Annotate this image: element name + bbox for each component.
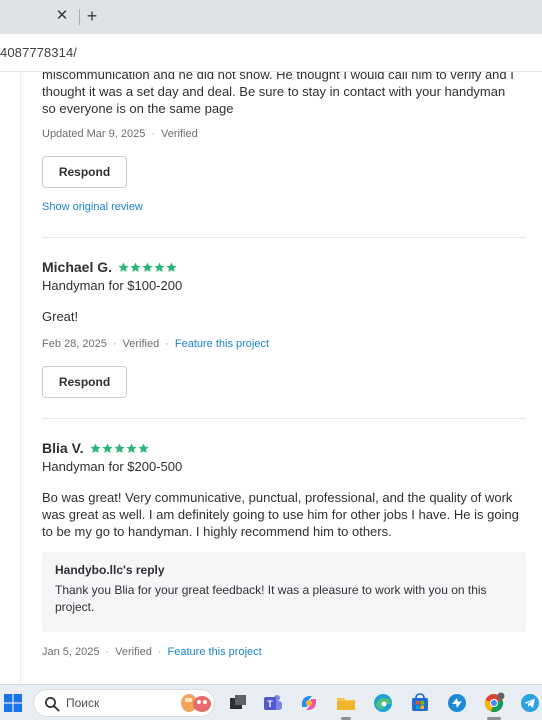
rating-stars — [118, 261, 178, 273]
tab-separator — [79, 9, 80, 25]
star-icon — [101, 442, 113, 453]
respond-button[interactable]: Respond — [42, 366, 127, 398]
file-explorer-icon[interactable] — [335, 692, 357, 714]
svg-text:T: T — [267, 699, 273, 709]
reply-title: Handybo.llc's reply — [55, 563, 165, 577]
respond-button[interactable]: Respond — [42, 156, 127, 188]
search-placeholder: Поиск — [66, 696, 100, 710]
review-date: Updated Mar 9, 2025 — [42, 128, 146, 140]
review-date: Feb 28, 2025 — [42, 338, 107, 350]
reviewer-header: Michael G. — [42, 259, 178, 275]
star-icon — [137, 442, 149, 453]
review-meta: Feb 28, 2025 · Verified · Feature this proje… — [42, 338, 270, 350]
copilot-icon[interactable] — [298, 692, 320, 714]
star-icon — [89, 442, 101, 453]
review-text: Bo was great! Very communicative, punctu… — [42, 490, 519, 539]
address-bar[interactable]: 4087778314/ — [0, 34, 542, 72]
service-type: Handyman for $100-200 — [42, 278, 183, 293]
star-icon — [118, 261, 129, 272]
show-original-review-link[interactable]: Show original review — [42, 201, 143, 213]
reviewer-name: Michael G. — [42, 259, 113, 275]
taskbar-search[interactable]: Поиск — [33, 689, 215, 717]
divider — [42, 237, 526, 238]
telegram-icon[interactable] — [519, 692, 541, 714]
review-date: Jan 5, 2025 — [42, 646, 100, 658]
review-text-truncated: miscommunication and he did not show. He… — [42, 72, 514, 116]
new-tab-button[interactable]: + — [85, 6, 99, 26]
reviews-content: miscommunication and he did not show. He… — [0, 72, 542, 684]
chrome-icon[interactable] — [483, 692, 505, 714]
feature-project-link[interactable]: Feature this project — [175, 338, 269, 350]
service-type: Handyman for $200-500 — [42, 459, 183, 474]
star-icon — [113, 442, 125, 453]
left-border — [20, 72, 21, 684]
reply-text: Thank you Blia for your great feedback! … — [55, 583, 487, 614]
search-highlight-icon — [181, 694, 211, 712]
rating-stars — [89, 442, 150, 454]
review-meta: Jan 5, 2025 · Verified · Feature this projec… — [42, 646, 262, 658]
star-icon — [130, 261, 141, 272]
star-icon — [154, 261, 165, 272]
windows-start-icon[interactable] — [3, 693, 23, 713]
verified-label: Verified — [115, 646, 152, 658]
business-reply: Handybo.llc's reply Thank you Blia for y… — [42, 552, 526, 632]
star-icon — [125, 442, 137, 453]
feature-project-link[interactable]: Feature this project — [168, 646, 262, 658]
reviewer-header: Blia V. — [42, 440, 150, 456]
store-icon[interactable] — [409, 692, 431, 714]
star-icon — [166, 261, 177, 272]
star-icon — [142, 261, 153, 272]
tab-bar: ✕ + — [0, 0, 542, 34]
teams-icon[interactable]: T — [262, 692, 284, 714]
review-meta: Updated Mar 9, 2025 · Verified — [42, 128, 198, 140]
divider — [42, 418, 526, 419]
search-icon — [45, 697, 60, 712]
edge-icon[interactable] — [372, 692, 394, 714]
reviewer-name: Blia V. — [42, 440, 84, 456]
task-view-icon[interactable] — [227, 692, 249, 714]
taskbar: Поиск T — [0, 684, 542, 720]
verified-label: Verified — [161, 128, 198, 140]
address-text[interactable]: 4087778314/ — [0, 45, 77, 60]
app-icon[interactable] — [446, 692, 468, 714]
close-tab-icon[interactable]: ✕ — [55, 8, 69, 24]
review-text: Great! — [42, 309, 79, 324]
verified-label: Verified — [122, 338, 160, 350]
